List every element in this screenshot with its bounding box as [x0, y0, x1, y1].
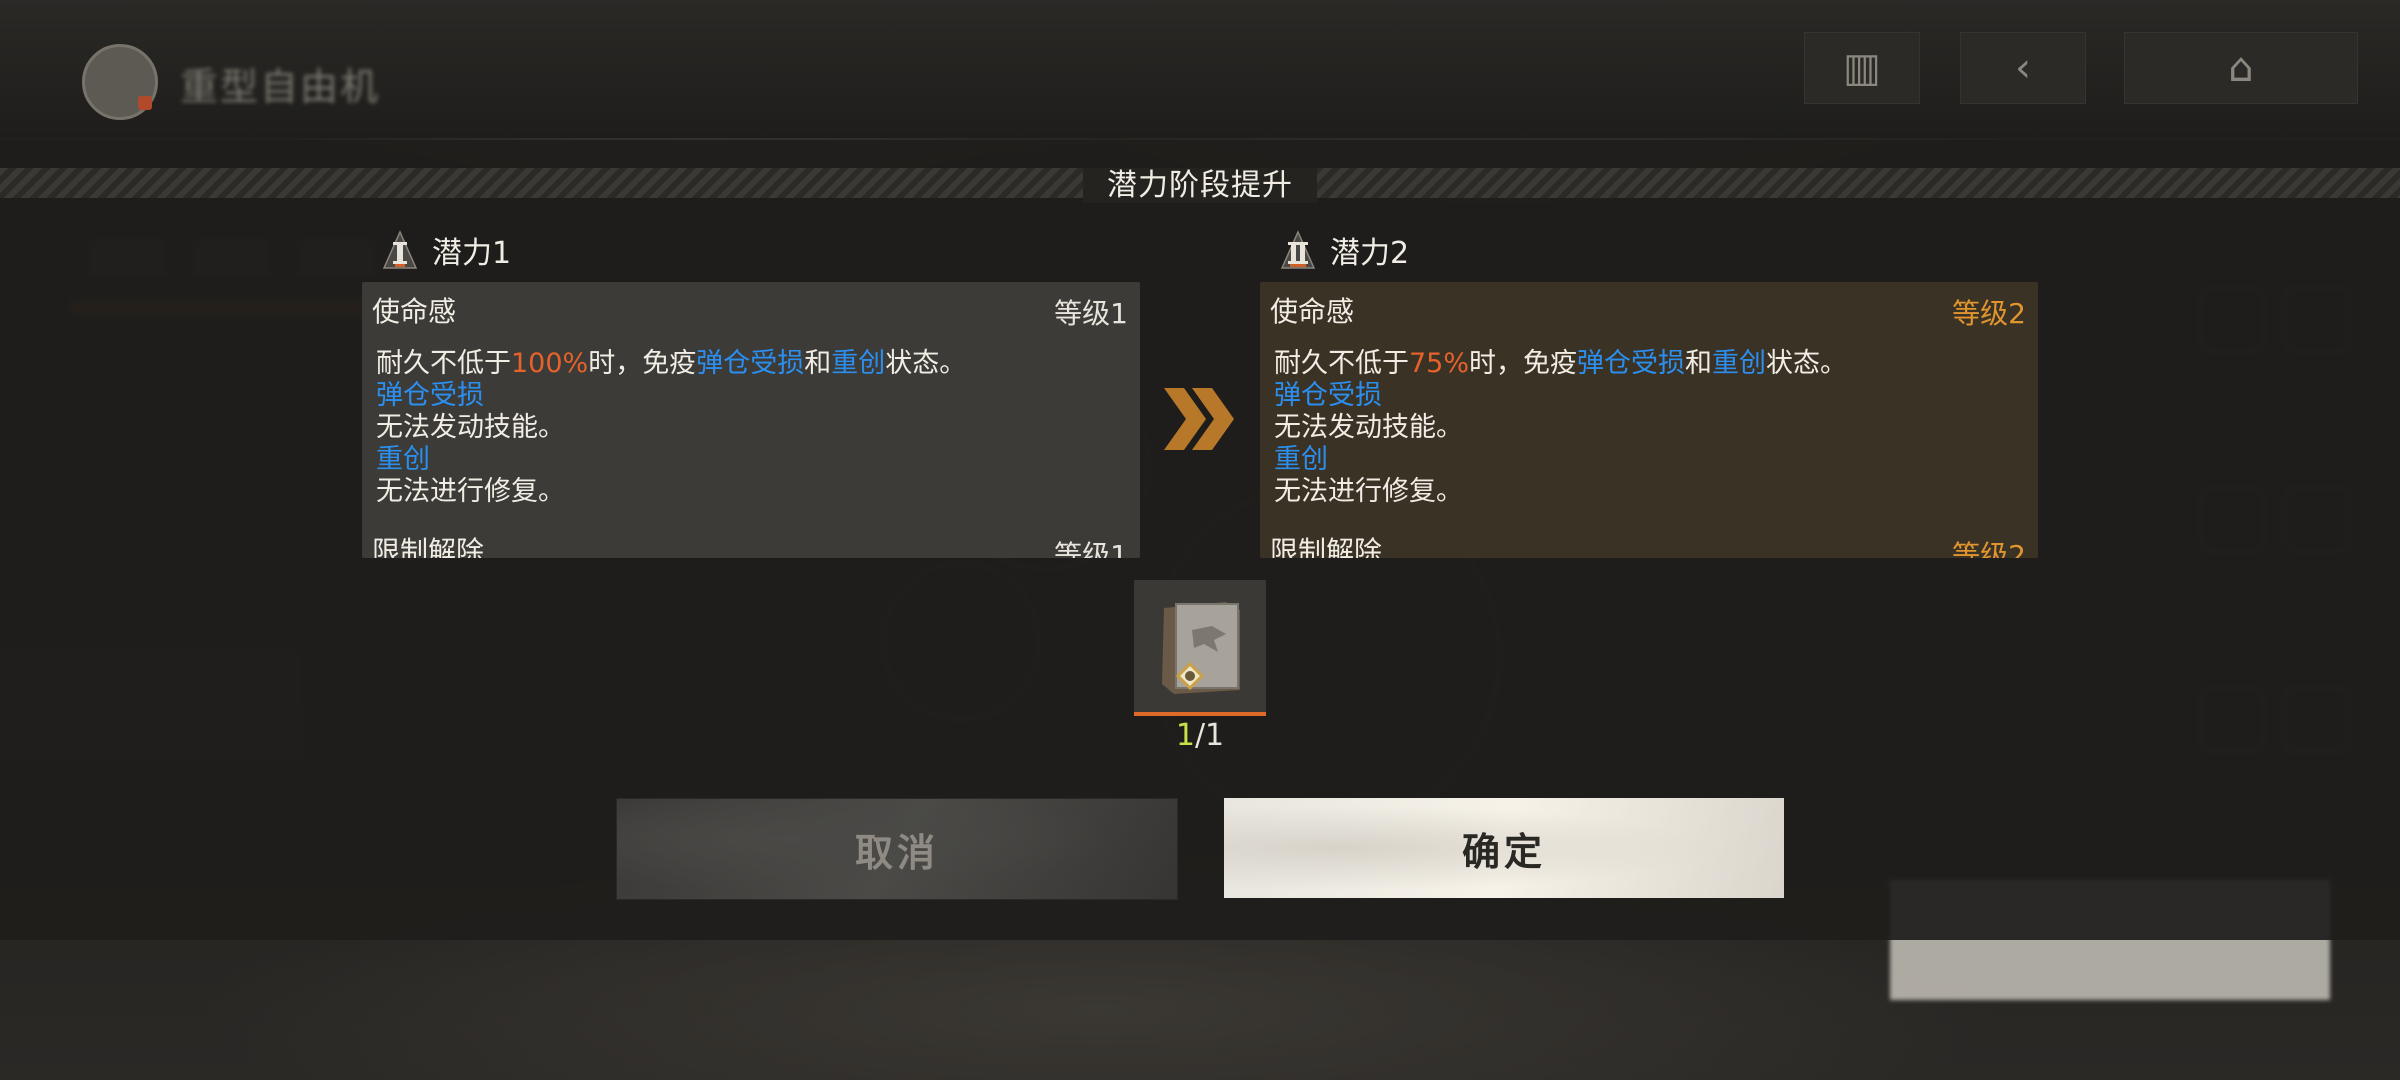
- desc-text: 时，免疫: [1469, 348, 1578, 379]
- potential-to-header: 潜力2: [1280, 228, 1409, 272]
- double-chevron-right-icon: [1164, 388, 1234, 450]
- home-icon: ⌂: [2228, 45, 2254, 91]
- cost-item-slot[interactable]: [1134, 580, 1266, 716]
- desc-value: 75%: [1409, 348, 1470, 379]
- keyword-description: 无法进行修复。: [1274, 476, 1463, 507]
- desc-value: 100%: [511, 348, 589, 379]
- skill-level: 等级1: [1054, 539, 1128, 558]
- top-bar: 重型自由机 ▥ ‹ ⌂: [0, 0, 2400, 138]
- confirm-button[interactable]: 确定: [1224, 798, 1784, 898]
- keyword-description: 无法进行修复。: [376, 476, 565, 507]
- skill-name: 使命感: [372, 295, 457, 328]
- potential-to-label: 潜力2: [1330, 236, 1410, 271]
- skill-name: 使命感: [1270, 295, 1355, 328]
- skill-name: 限制解除: [372, 535, 485, 558]
- home-button[interactable]: ⌂: [2124, 32, 2358, 104]
- potential-from-header: 潜力1: [382, 228, 511, 272]
- skill-description: 耐久不低于100%时，免疫弹仓受损和重创状态。 弹仓受损 无法发动技能。 重创 …: [376, 348, 966, 508]
- app-title: 重型自由机: [180, 65, 381, 109]
- potential-token-icon: [1162, 602, 1240, 694]
- keyword-title: 弹仓受损: [376, 380, 484, 411]
- cancel-button[interactable]: 取消: [616, 798, 1178, 900]
- desc-text: 和: [1685, 348, 1713, 379]
- skill-description: 耐久不低于75%时，免疫弹仓受损和重创状态。 弹仓受损 无法发动技能。 重创 无…: [1274, 348, 1847, 508]
- keyword-description: 无法发动技能。: [376, 412, 565, 443]
- desc-text: 和: [804, 348, 832, 379]
- potential-from-card[interactable]: 使命感 等级1 耐久不低于100%时，免疫弹仓受损和重创状态。 弹仓受损 无法发…: [362, 282, 1140, 558]
- potential-to-card[interactable]: 使命感 等级2 耐久不低于75%时，免疫弹仓受损和重创状态。 弹仓受损 无法发动…: [1260, 282, 2038, 558]
- item-have-count: 1: [1175, 718, 1195, 753]
- archive-button[interactable]: ▥: [1804, 32, 1920, 104]
- potential-from-label: 潜力1: [432, 236, 512, 271]
- desc-text: 状态。: [885, 348, 967, 379]
- keyword-link[interactable]: 弹仓受损: [1577, 348, 1685, 379]
- item-count-separator: /: [1194, 718, 1206, 753]
- back-arrow-icon: ‹: [2015, 45, 2031, 91]
- dialog-title: 潜力阶段提升: [0, 160, 2400, 204]
- archive-icon: ▥: [1843, 45, 1881, 91]
- dialog-title-text: 潜力阶段提升: [1083, 168, 1317, 203]
- keyword-title: 重创: [1274, 444, 1328, 475]
- keyword-link[interactable]: 弹仓受损: [696, 348, 804, 379]
- notification-dot: [138, 96, 152, 110]
- desc-text: 耐久不低于: [376, 348, 511, 379]
- skill-level: 等级2: [1952, 297, 2026, 330]
- skill-level: 等级2: [1952, 539, 2026, 558]
- keyword-description: 无法发动技能。: [1274, 412, 1463, 443]
- desc-text: 状态。: [1766, 348, 1848, 379]
- desc-text: 时，免疫: [588, 348, 697, 379]
- potential-upgrade-dialog: 潜力阶段提升 潜力1 使命感 等级1 耐久不低于100%时，免疫弹仓受损和重创状…: [0, 140, 2400, 940]
- potential-rank-2-icon: [1280, 230, 1316, 270]
- potential-rank-1-icon: [382, 230, 418, 270]
- keyword-link[interactable]: 重创: [831, 348, 885, 379]
- item-need-count: 1: [1205, 718, 1225, 753]
- skill-name: 限制解除: [1270, 535, 1383, 558]
- cost-item-count: 1/1: [1134, 718, 1266, 753]
- desc-text: 耐久不低于: [1274, 348, 1409, 379]
- keyword-title: 弹仓受损: [1274, 380, 1382, 411]
- skill-level: 等级1: [1054, 297, 1128, 330]
- keyword-title: 重创: [376, 444, 430, 475]
- keyword-link[interactable]: 重创: [1712, 348, 1766, 379]
- back-button[interactable]: ‹: [1960, 32, 2086, 104]
